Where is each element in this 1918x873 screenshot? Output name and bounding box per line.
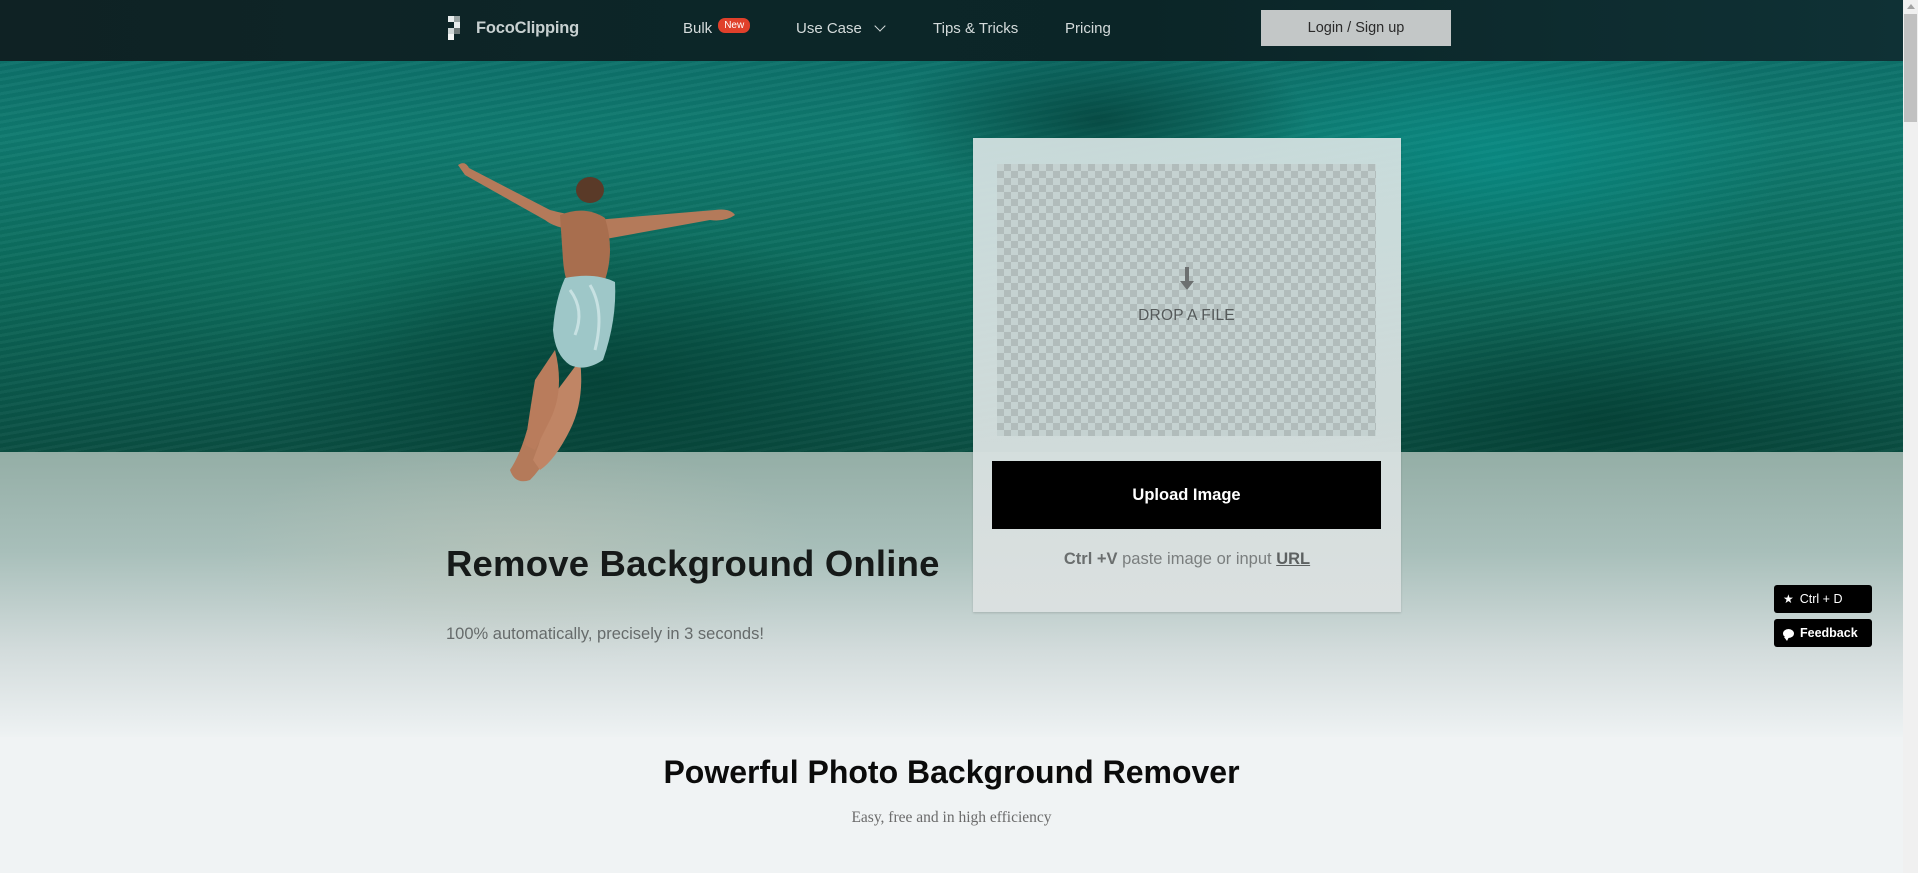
paste-hint-text: paste image or input <box>1117 550 1277 568</box>
logo-icon <box>448 16 466 40</box>
navbar: FocoClipping Bulk New Use Case Tips & Tr… <box>0 0 1903 61</box>
nav-item-label: Pricing <box>1065 20 1111 37</box>
nav-item-tips-tricks[interactable]: Tips & Tricks <box>933 20 1018 37</box>
nav-item-label: Tips & Tricks <box>933 20 1019 37</box>
feedback-button[interactable]: Feedback <box>1774 619 1872 647</box>
scrollbar[interactable] <box>1903 0 1918 873</box>
diver-image <box>458 163 735 482</box>
hero-background-photo <box>0 0 1903 452</box>
nav-item-pricing[interactable]: Pricing <box>1065 20 1111 37</box>
download-arrow-icon <box>1179 267 1194 293</box>
hero-title: Remove Background Online <box>446 543 940 584</box>
nav-item-label: Bulk <box>683 20 713 37</box>
page: FocoClipping Bulk New Use Case Tips & Tr… <box>0 0 1903 873</box>
drop-file-label: DROP A FILE <box>1138 307 1235 324</box>
bookmark-label: Ctrl + D <box>1799 592 1843 606</box>
paste-shortcut: Ctrl +V <box>1063 550 1118 568</box>
nav-item-use-case[interactable]: Use Case <box>796 20 886 37</box>
chevron-down-icon <box>874 20 886 32</box>
section-title: Powerful Photo Background Remover <box>663 754 1240 790</box>
nav-item-label: Use Case <box>796 20 862 37</box>
bookmark-button[interactable]: ★ Ctrl + D <box>1774 585 1872 613</box>
drop-zone[interactable]: DROP A FILE <box>997 164 1376 436</box>
section-subtitle: Easy, free and in high efficiency <box>851 809 1052 826</box>
scrollbar-thumb[interactable] <box>1904 14 1917 122</box>
paste-hint: Ctrl +V paste image or input URL <box>973 550 1401 569</box>
upload-image-button[interactable]: Upload Image <box>992 461 1381 529</box>
scroll-up-arrow-icon[interactable] <box>1907 4 1915 9</box>
new-badge: New <box>718 18 751 33</box>
feedback-label: Feedback <box>1800 626 1858 640</box>
url-link[interactable]: URL <box>1276 550 1310 568</box>
nav-item-bulk[interactable]: Bulk New <box>683 18 751 37</box>
star-icon: ★ <box>1783 592 1794 606</box>
chat-bubble-icon <box>1783 628 1794 641</box>
hero-subtitle: 100% automatically, precisely in 3 secon… <box>446 625 764 643</box>
upload-card: DROP A FILE Upload Image Ctrl +V paste i… <box>973 138 1401 612</box>
login-signup-button[interactable]: Login / Sign up <box>1261 10 1451 46</box>
hero-gradient <box>0 452 1903 737</box>
logo-text: FocoClipping <box>476 18 579 37</box>
logo[interactable]: FocoClipping <box>448 16 579 40</box>
